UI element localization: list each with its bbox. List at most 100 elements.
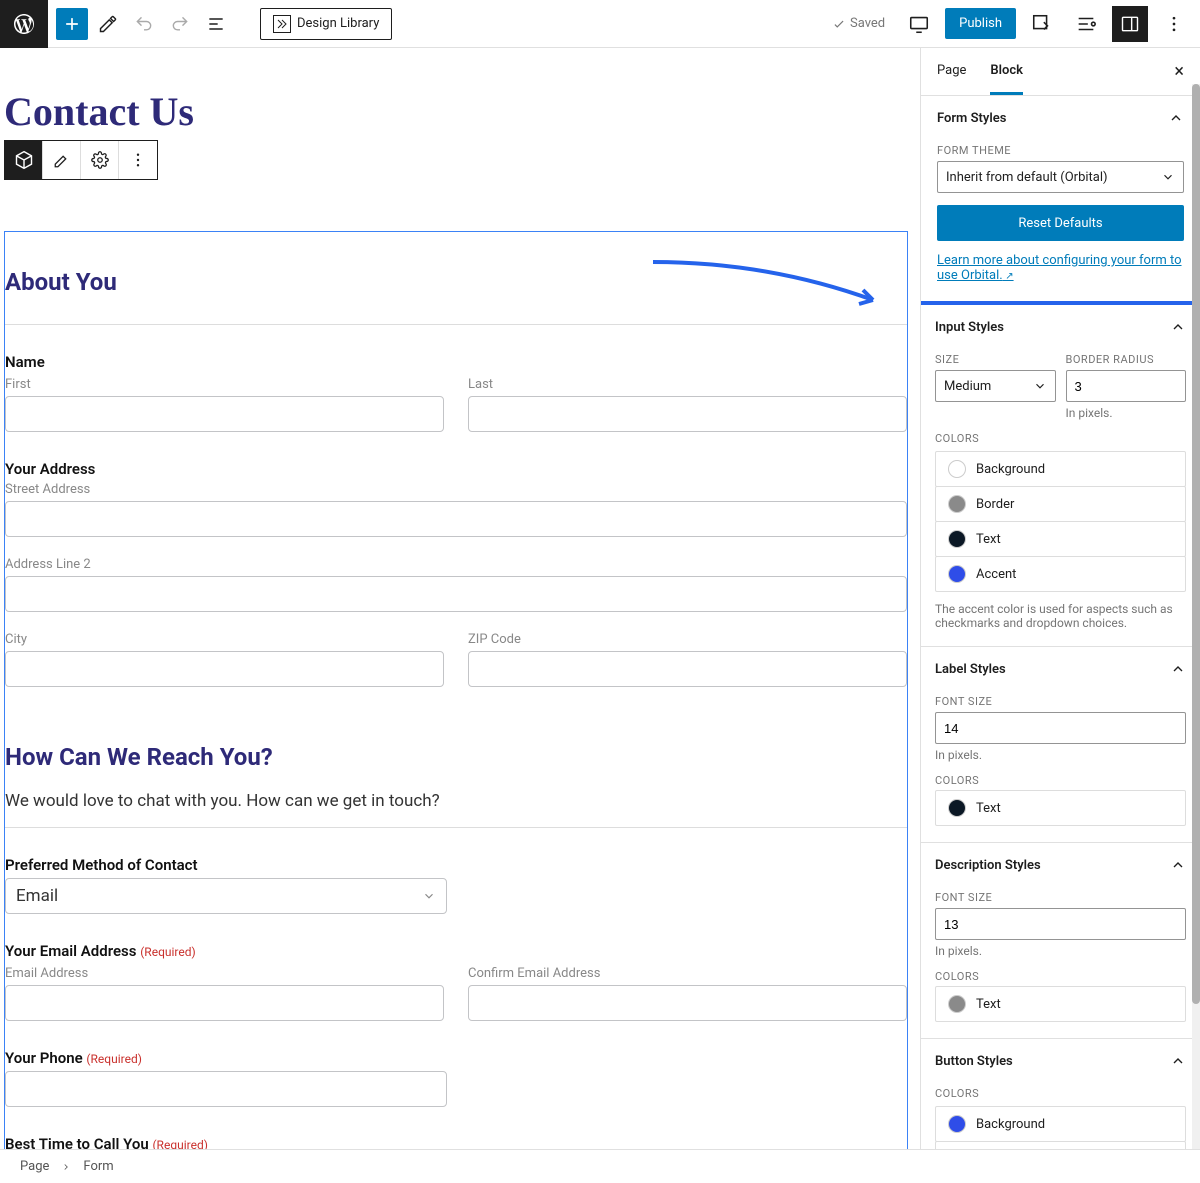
color-swatch — [948, 995, 966, 1013]
color-row[interactable]: Text — [935, 1141, 1186, 1149]
color-swatch — [948, 799, 966, 817]
form-theme-select[interactable]: Inherit from default (Orbital) — [937, 161, 1184, 193]
desc-text-color[interactable]: Text — [935, 986, 1186, 1022]
toolbar-right: Saved Publish — [832, 6, 1200, 42]
label-fontsize-help: In pixels. — [935, 748, 1186, 762]
form-block[interactable]: About You Name First Last Your Address — [4, 231, 908, 1149]
breadcrumb-page[interactable]: Page — [20, 1159, 49, 1174]
desc-styles-header[interactable]: Description Styles — [935, 843, 1186, 887]
address-label: Your Address — [5, 460, 907, 478]
saved-indicator: Saved — [832, 16, 885, 31]
street-input[interactable] — [5, 501, 907, 537]
contact-method-group: Preferred Method of Contact Email — [5, 856, 907, 914]
form-settings-icon[interactable] — [1068, 6, 1104, 42]
design-library-label: Design Library — [297, 16, 379, 31]
form-styles-header[interactable]: Form Styles — [937, 96, 1184, 140]
city-input[interactable] — [5, 651, 444, 687]
color-row[interactable]: Background — [935, 451, 1186, 487]
email-field-group: Your Email Address (Required) Email Addr… — [5, 942, 907, 1021]
button-colors-list: BackgroundText — [935, 1106, 1186, 1149]
tab-block[interactable]: Block — [990, 49, 1023, 95]
last-name-input[interactable] — [468, 396, 907, 432]
desc-fontsize-help: In pixels. — [935, 944, 1186, 958]
input-colors-label: COLORS — [935, 432, 1186, 445]
street-sublabel: Street Address — [5, 482, 907, 497]
color-row[interactable]: Text — [935, 521, 1186, 557]
label-text-color[interactable]: Text — [935, 790, 1186, 826]
preview-button[interactable] — [901, 6, 937, 42]
scrollbar[interactable] — [1192, 84, 1200, 1149]
desc-fontsize-input[interactable] — [935, 908, 1186, 940]
chevron-up-icon — [1170, 661, 1186, 677]
more-options-button[interactable] — [1156, 6, 1192, 42]
name-label: Name — [5, 353, 907, 371]
divider — [5, 827, 907, 828]
contact-method-label: Preferred Method of Contact — [5, 856, 907, 874]
desc-fontsize-meta: FONT SIZE — [935, 891, 1186, 904]
block-type-button[interactable] — [5, 141, 43, 179]
last-sublabel: Last — [468, 377, 907, 392]
email-input[interactable] — [5, 985, 444, 1021]
toolbar-left: Design Library — [48, 8, 400, 40]
document-outline-button[interactable] — [200, 8, 232, 40]
button-colors-label: COLORS — [935, 1087, 1186, 1100]
settings-sidebar-toggle[interactable] — [1112, 6, 1148, 42]
block-more-button[interactable] — [119, 141, 157, 179]
section-reach-title: How Can We Reach You? — [5, 727, 907, 787]
add-block-button[interactable] — [56, 8, 88, 40]
radius-meta-label: BORDER RADIUS — [1066, 353, 1187, 366]
form-styles-panel: Form Styles FORM THEME Inherit from defa… — [921, 96, 1200, 283]
color-row[interactable]: Border — [935, 486, 1186, 522]
section-reach-desc: We would love to chat with you. How can … — [5, 791, 907, 811]
chevron-down-icon — [422, 889, 436, 903]
input-colors-list: BackgroundBorderTextAccent — [935, 451, 1186, 592]
redo-button[interactable] — [164, 8, 196, 40]
besttime-field-group: Best Time to Call You (Required) Select … — [5, 1135, 907, 1149]
zip-input[interactable] — [468, 651, 907, 687]
editor-topbar: Design Library Saved Publish — [0, 0, 1200, 48]
email-confirm-input[interactable] — [468, 985, 907, 1021]
label-colors-label: COLORS — [935, 774, 1186, 787]
breadcrumb-form[interactable]: Form — [83, 1159, 113, 1174]
tab-page[interactable]: Page — [937, 49, 966, 95]
input-size-select[interactable]: Medium — [935, 370, 1056, 402]
first-name-input[interactable] — [5, 396, 444, 432]
button-styles-header[interactable]: Button Styles — [935, 1039, 1186, 1083]
learn-more-link[interactable]: Learn more about configuring your form t… — [937, 253, 1182, 283]
contact-method-select[interactable]: Email — [5, 878, 447, 914]
label-styles-header[interactable]: Label Styles — [935, 647, 1186, 691]
email-sublabel: Email Address — [5, 966, 444, 981]
reset-defaults-button[interactable]: Reset Defaults — [937, 205, 1184, 241]
chevron-up-icon — [1168, 110, 1184, 126]
publish-button[interactable]: Publish — [945, 8, 1016, 39]
color-swatch — [948, 530, 966, 548]
border-radius-input[interactable] — [1066, 370, 1187, 402]
color-row[interactable]: Accent — [935, 556, 1186, 592]
page-title: Contact Us — [0, 48, 920, 135]
chevron-down-icon — [1161, 170, 1175, 184]
close-sidebar-button[interactable]: × — [1174, 61, 1184, 82]
name-field-group: Name First Last — [5, 353, 907, 432]
editor-canvas: Contact Us About You N — [0, 48, 920, 1149]
wordpress-logo[interactable] — [0, 0, 48, 48]
breadcrumb: Page Form — [0, 1149, 1200, 1183]
chevron-up-icon — [1170, 857, 1186, 873]
phone-field-group: Your Phone (Required) — [5, 1049, 907, 1107]
phone-input[interactable] — [5, 1071, 447, 1107]
design-library-icon — [273, 15, 291, 33]
chevron-up-icon — [1170, 1053, 1186, 1069]
color-row[interactable]: Background — [935, 1106, 1186, 1142]
label-fontsize-input[interactable] — [935, 712, 1186, 744]
input-styles-header[interactable]: Input Styles — [935, 305, 1186, 349]
address2-input[interactable] — [5, 576, 907, 612]
form-edit-icon[interactable] — [1024, 6, 1060, 42]
email-confirm-sublabel: Confirm Email Address — [468, 966, 907, 981]
sidebar-tabs: Page Block × — [921, 48, 1200, 96]
first-sublabel: First — [5, 377, 444, 392]
block-settings-button[interactable] — [81, 141, 119, 179]
undo-button[interactable] — [128, 8, 160, 40]
edit-tool-button[interactable] — [92, 8, 124, 40]
radius-help: In pixels. — [1066, 406, 1187, 420]
design-library-button[interactable]: Design Library — [260, 8, 392, 40]
block-edit-button[interactable] — [43, 141, 81, 179]
